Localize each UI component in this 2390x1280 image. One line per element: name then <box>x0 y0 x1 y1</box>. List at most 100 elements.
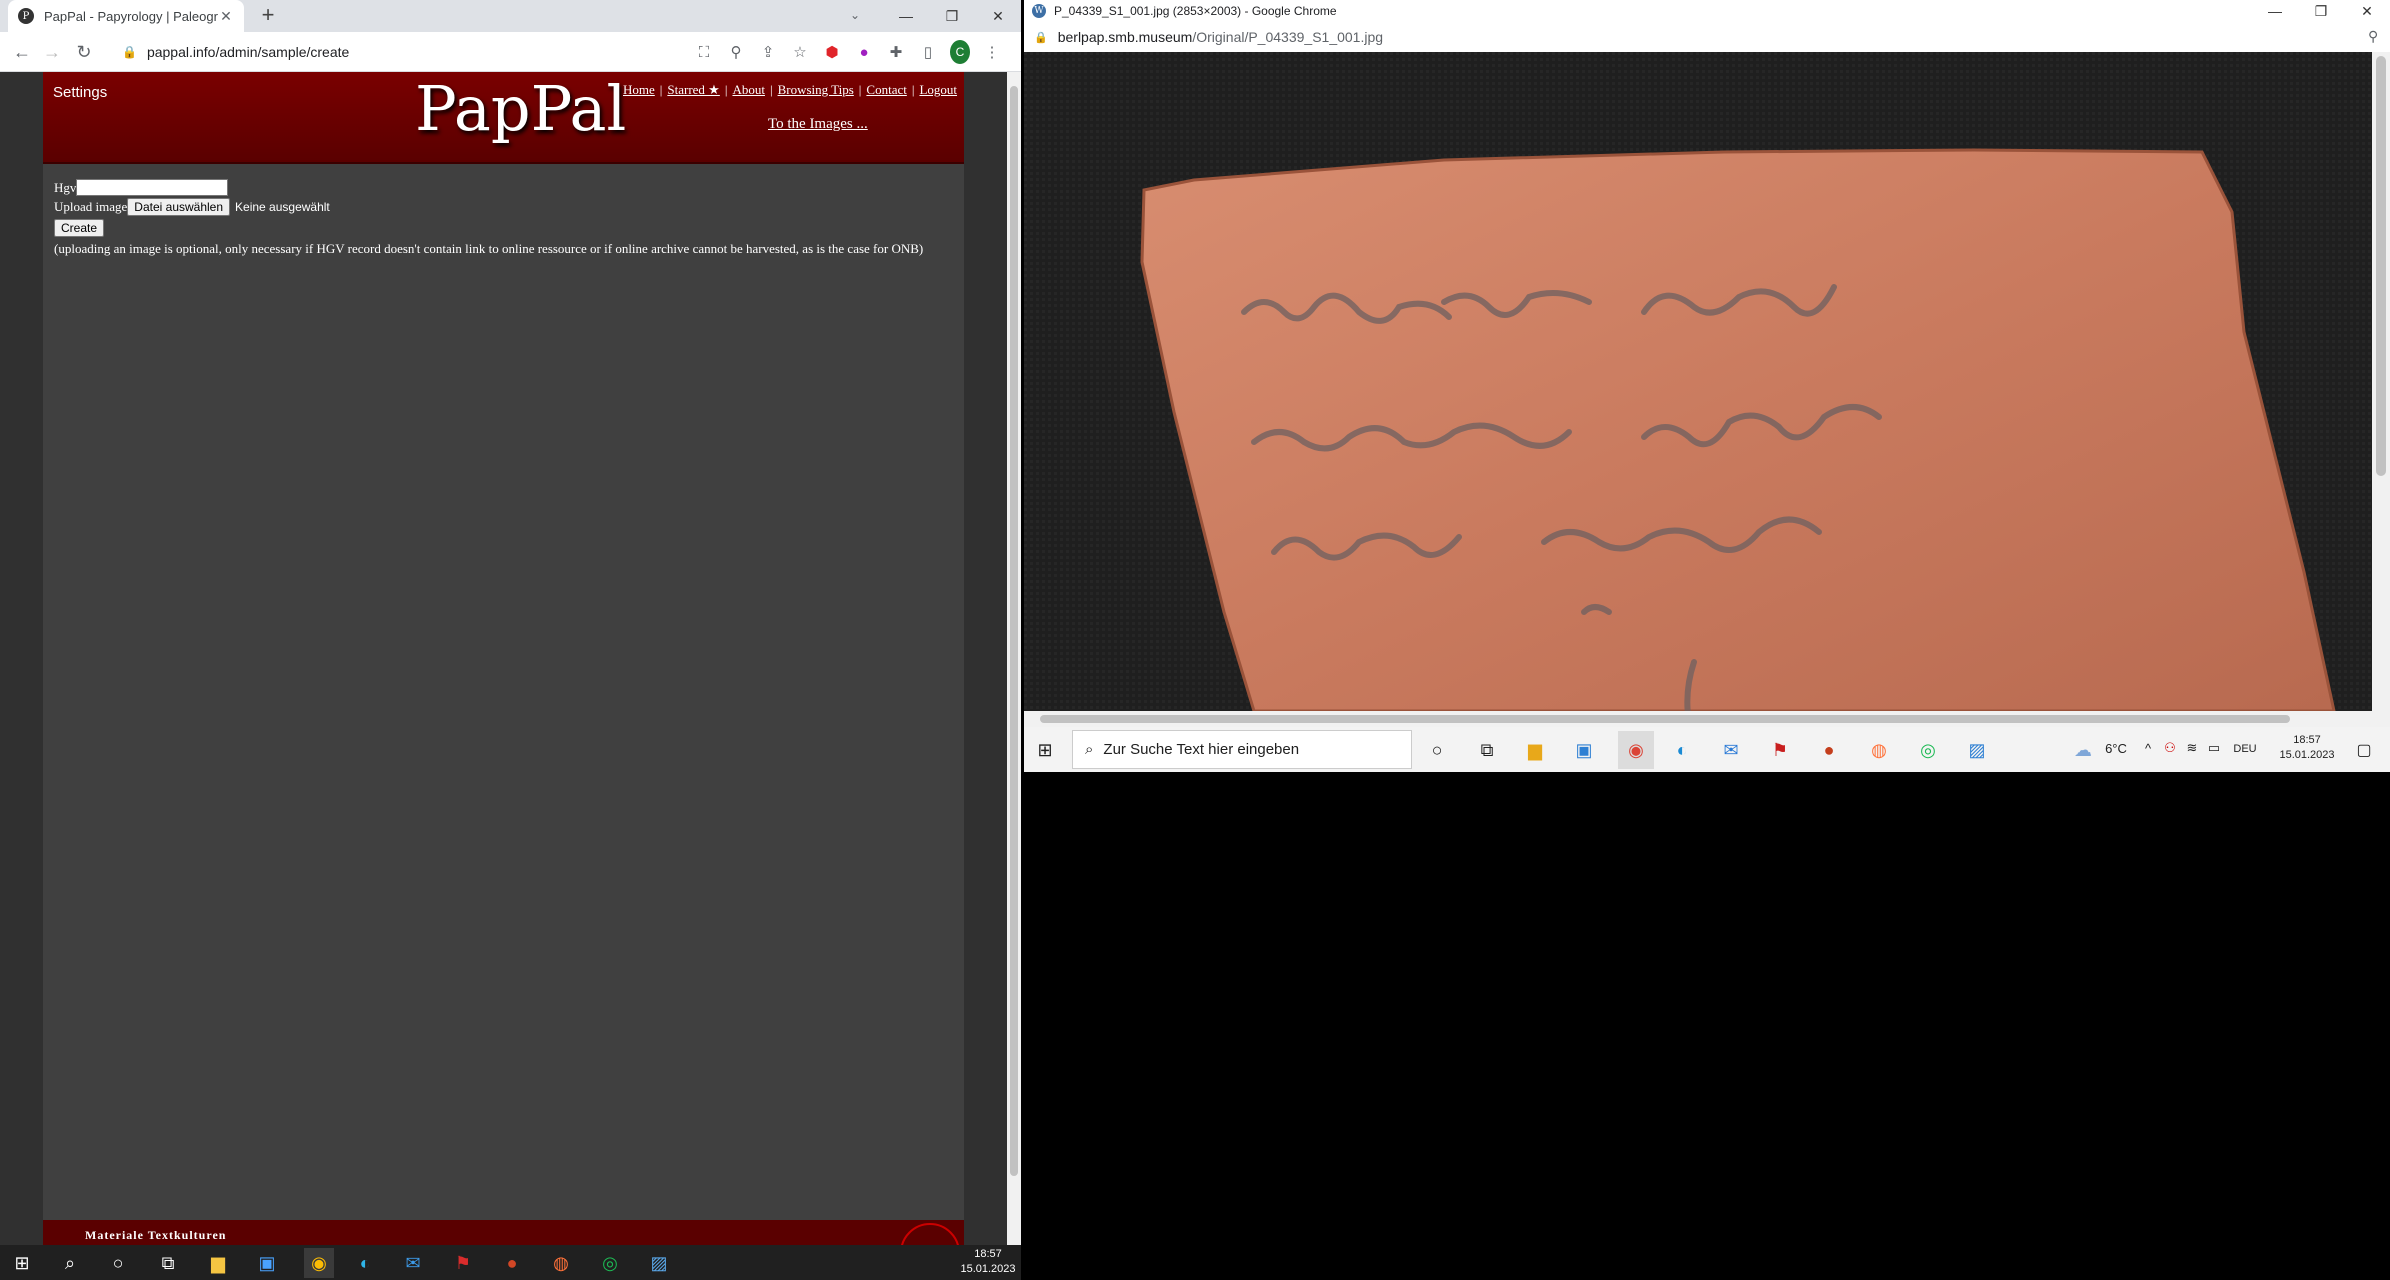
new-tab-button[interactable]: + <box>256 4 280 28</box>
taskbar-search-box[interactable]: ⌕ Zur Suche Text hier eingeben <box>1072 730 1412 769</box>
scrollbar-thumb[interactable] <box>1040 715 2290 723</box>
scrollbar-thumb[interactable] <box>1010 86 1018 1176</box>
reload-icon[interactable]: ↻ <box>72 40 96 64</box>
tab-close-icon[interactable]: ✕ <box>218 8 234 25</box>
restore-icon[interactable]: ❐ <box>2298 0 2344 22</box>
side-panel-icon[interactable]: ▯ <box>918 40 938 64</box>
store-icon[interactable]: ▣ <box>1571 737 1597 763</box>
tab-pappal[interactable]: P PapPal - Papyrology | Paleograph ✕ <box>8 0 244 32</box>
cortana-icon[interactable]: ○ <box>1424 737 1450 763</box>
photos-icon[interactable]: ▨ <box>1964 737 1990 763</box>
settings-link[interactable]: Settings <box>53 84 107 101</box>
site-footer: Materiale Textkulturen <box>43 1220 964 1245</box>
address-bar[interactable]: 🔒 pappal.info/admin/sample/create <box>112 37 652 67</box>
hgv-input[interactable] <box>76 179 229 196</box>
temperature[interactable]: 6°C <box>2096 741 2136 756</box>
left-clock[interactable]: 18:57 15.01.2023 <box>960 1247 1016 1277</box>
profile-avatar[interactable]: C <box>950 40 970 64</box>
wifi-icon[interactable]: ≋ <box>2184 740 2200 755</box>
windows-start-icon[interactable]: ⊞ <box>1032 737 1058 763</box>
site-header: Settings PapPal Home | Starred ★ | About | Bro… <box>43 72 964 164</box>
search-placeholder: Zur Suche Text hier eingeben <box>1103 741 1300 758</box>
to-the-images-link[interactable]: To the Images ... <box>768 116 868 133</box>
spotify-icon[interactable]: ◎ <box>1915 737 1941 763</box>
choose-file-button[interactable]: Datei auswählen <box>127 197 231 216</box>
site-logo[interactable]: PapPal <box>415 72 626 145</box>
restore-icon[interactable]: ❐ <box>929 0 975 32</box>
translate-icon[interactable]: ⛶ <box>694 40 714 64</box>
right-browser-window: W P_04339_S1_001.jpg (2853×2003) - Googl… <box>1024 0 2390 772</box>
edge-icon[interactable]: ◐ <box>353 1251 377 1275</box>
minimize-icon[interactable]: — <box>2252 0 2298 22</box>
close-window-icon[interactable]: ✕ <box>2344 0 2390 22</box>
nav-browsing-tips[interactable]: Browsing Tips <box>778 82 854 97</box>
url-text: pappal.info/admin/sample/create <box>146 44 350 60</box>
firefox-icon[interactable]: ◍ <box>1866 737 1892 763</box>
browser-toolbar: ← → ↻ 🔒 pappal.info/admin/sample/create … <box>0 32 1021 72</box>
acrobat-icon[interactable]: ⚑ <box>1767 737 1793 763</box>
back-icon[interactable]: ← <box>10 40 34 64</box>
powerpoint-icon[interactable]: ● <box>500 1251 524 1275</box>
lock-icon: 🔒 <box>1034 31 1048 44</box>
menu-kebab-icon[interactable]: ⋮ <box>982 40 1002 64</box>
mail-icon[interactable]: ✉ <box>1718 737 1744 763</box>
task-view-icon[interactable]: ⧉ <box>156 1251 180 1275</box>
windows-start-icon[interactable]: ⊞ <box>10 1251 34 1275</box>
file-explorer-icon[interactable]: ▆ <box>1522 737 1548 763</box>
extension-red-icon[interactable]: ⬢ <box>822 40 842 64</box>
tray-app-icon[interactable]: ⚇ <box>2162 740 2178 755</box>
mail-icon[interactable]: ✉ <box>401 1251 425 1275</box>
tab-search-chevron-icon[interactable]: ⌄ <box>850 8 860 22</box>
edge-icon[interactable]: ◐ <box>1669 737 1695 763</box>
page-viewport: Settings PapPal Home | Starred ★ | About | Bro… <box>0 72 1007 1245</box>
nav-about[interactable]: About <box>732 82 765 97</box>
extensions-puzzle-icon[interactable]: ✚ <box>886 40 906 64</box>
spotify-icon[interactable]: ◎ <box>598 1251 622 1275</box>
title-bar: W P_04339_S1_001.jpg (2853×2003) - Googl… <box>1024 0 2390 22</box>
store-icon[interactable]: ▣ <box>255 1251 279 1275</box>
nav-starred[interactable]: Starred ★ <box>667 82 719 97</box>
create-button[interactable]: Create <box>54 218 105 237</box>
bookmark-star-icon[interactable]: ☆ <box>790 40 810 64</box>
ostracon-image[interactable] <box>1024 52 2372 711</box>
nav-contact[interactable]: Contact <box>866 82 906 97</box>
scrollbar-thumb[interactable] <box>2376 56 2386 476</box>
extension-purple-icon[interactable]: ● <box>854 40 874 64</box>
zoom-icon[interactable]: ⚲ <box>2368 28 2378 45</box>
zoom-icon[interactable]: ⚲ <box>726 40 746 64</box>
acrobat-icon[interactable]: ⚑ <box>451 1251 475 1275</box>
footer-logo[interactable] <box>900 1223 960 1245</box>
photos-icon[interactable]: ▨ <box>647 1251 671 1275</box>
cortana-icon[interactable]: ○ <box>106 1251 130 1275</box>
close-window-icon[interactable]: ✕ <box>975 0 1021 32</box>
vertical-scrollbar[interactable] <box>1007 72 1021 1245</box>
share-icon[interactable]: ⇪ <box>758 40 778 64</box>
battery-icon[interactable]: ▭ <box>2206 740 2222 755</box>
nav-home[interactable]: Home <box>623 82 655 97</box>
left-date: 15.01.2023 <box>960 1263 1016 1275</box>
chrome-icon[interactable]: ◉ <box>1618 731 1654 769</box>
nav-logout[interactable]: Logout <box>919 82 957 97</box>
right-clock[interactable]: 18:57 15.01.2023 <box>2274 733 2340 763</box>
weather-cloud-icon[interactable]: ☁ <box>2072 739 2094 761</box>
chrome-icon[interactable]: ◉ <box>304 1248 334 1278</box>
file-explorer-icon[interactable]: ▆ <box>206 1251 230 1275</box>
powerpoint-icon[interactable]: ● <box>1816 737 1842 763</box>
pappal-favicon-icon: P <box>18 8 34 24</box>
firefox-icon[interactable]: ◍ <box>549 1251 573 1275</box>
forward-icon[interactable]: → <box>40 40 64 64</box>
task-view-icon[interactable]: ⧉ <box>1474 737 1500 763</box>
image-horizontal-scrollbar[interactable] <box>1024 711 2390 727</box>
tray-chevron-icon[interactable]: ^ <box>2140 741 2156 756</box>
minimize-icon[interactable]: — <box>883 0 929 32</box>
language-indicator[interactable]: DEU <box>2230 742 2260 757</box>
image-vertical-scrollbar[interactable] <box>2372 52 2390 711</box>
right-address-bar[interactable]: 🔒 berlpap.smb.museum/Original/P_04339_S1… <box>1024 22 2390 52</box>
url-host: berlpap.smb.museum <box>1057 29 1193 45</box>
search-icon: ⌕ <box>1085 741 1094 758</box>
lock-icon: 🔒 <box>122 45 137 59</box>
search-icon[interactable]: ⌕ <box>58 1251 82 1275</box>
pappal-site: Settings PapPal Home | Starred ★ | About | Bro… <box>43 72 964 1245</box>
notifications-icon[interactable]: ▢ <box>2352 738 2376 762</box>
window-controls: — ❐ ✕ <box>883 0 1021 32</box>
